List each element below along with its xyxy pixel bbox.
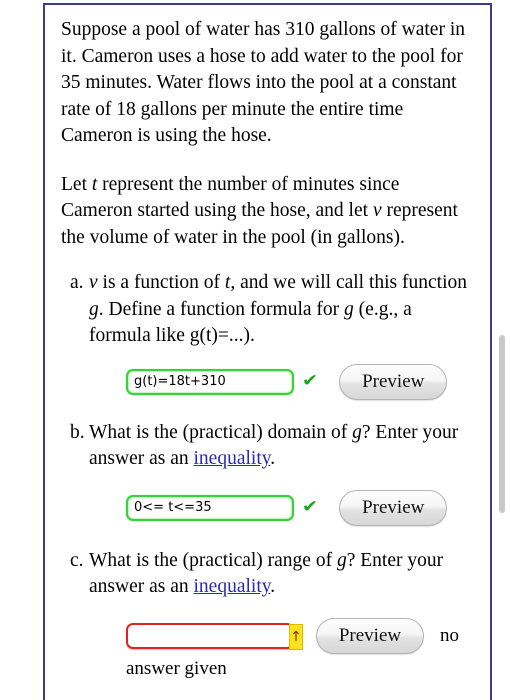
part-b-var-g: g (352, 421, 362, 443)
vertical-scrollbar[interactable] (496, 0, 510, 700)
part-a-preview-button[interactable]: Preview (339, 363, 448, 400)
part-c-status-note-line-2: answer given (126, 657, 227, 679)
part-b-correct-check-icon: ✔ (301, 497, 319, 517)
part-b-marker: b. (70, 421, 85, 443)
part-a-text-3: , and we will call this function (230, 272, 468, 293)
problem-statement-paragraph: Suppose a pool of water has 310 gallons … (61, 19, 465, 146)
question-part-c-row: c. What is the (practical) range of g? E… (61, 548, 474, 601)
part-b-answer-wrapper (126, 494, 294, 521)
question-part-c: c. What is the (practical) range of g? E… (61, 548, 474, 682)
part-b-answer-row: ✔ Preview (126, 489, 474, 526)
part-b-inequality-link[interactable]: inequality (194, 448, 271, 469)
part-b-text-3: . (270, 448, 276, 469)
part-a-answer-wrapper (126, 368, 294, 395)
part-c-preview-button[interactable]: Preview (316, 617, 424, 654)
variable-definition-paragraph: Let t represent the number of minutes si… (61, 172, 474, 252)
question-part-a: a. v is a function of t, and we will cal… (61, 270, 474, 400)
worksheet-content: Suppose a pool of water has 310 gallons … (45, 5, 490, 682)
part-c-marker: c. (70, 549, 84, 571)
part-b-answer-input[interactable] (126, 494, 294, 521)
part-a-text-4: . Define a function formula for (98, 298, 345, 320)
part-a-answer-row: ✔ Preview (126, 363, 474, 400)
worksheet-page: Suppose a pool of water has 310 gallons … (43, 3, 492, 700)
part-a-text-2: is a function of (97, 272, 225, 293)
part-a-var-g-1: g (89, 298, 99, 320)
part-b-prompt: What is the (practical) domain of g? Ent… (89, 420, 474, 473)
variable-definition-text-2: represent the number of minutes since Ca… (61, 173, 400, 222)
text-cursor-marker-icon: ↑ (289, 623, 303, 650)
part-c-var-g: g (336, 549, 347, 571)
question-part-b-row: b. What is the (practical) domain of g? … (61, 420, 474, 473)
part-c-text-3: . (270, 576, 276, 597)
vertical-scrollbar-thumb[interactable] (499, 335, 505, 513)
part-a-var-v: v (89, 272, 98, 293)
part-b-text-1: What is the (practical) domain of (89, 421, 353, 443)
part-c-answer-input[interactable] (126, 622, 294, 649)
part-a-var-g-2: g (344, 298, 354, 320)
part-c-prompt: What is the (practical) range of g? Ente… (89, 548, 474, 601)
question-part-b: b. What is the (practical) domain of g? … (61, 420, 474, 526)
part-b-preview-button[interactable]: Preview (339, 489, 448, 526)
variable-definition-text-1: Let (61, 173, 92, 195)
part-c-text-1: What is the (practical) range of (89, 549, 337, 571)
part-a-prompt: v is a function of t, and we will call t… (89, 270, 474, 350)
variable-v: v (372, 200, 382, 221)
question-part-a-row: a. v is a function of t, and we will cal… (61, 270, 474, 350)
part-a-answer-input[interactable] (126, 368, 294, 395)
part-c-answer-wrapper: ↑ (126, 622, 303, 650)
part-c-inequality-link[interactable]: inequality (194, 576, 271, 597)
part-a-marker: a. (70, 272, 84, 293)
part-c-answer-row: ↑ Preview no (126, 617, 474, 654)
part-c-status-note-line-1: no (440, 624, 459, 646)
part-a-correct-check-icon: ✔ (301, 371, 319, 391)
